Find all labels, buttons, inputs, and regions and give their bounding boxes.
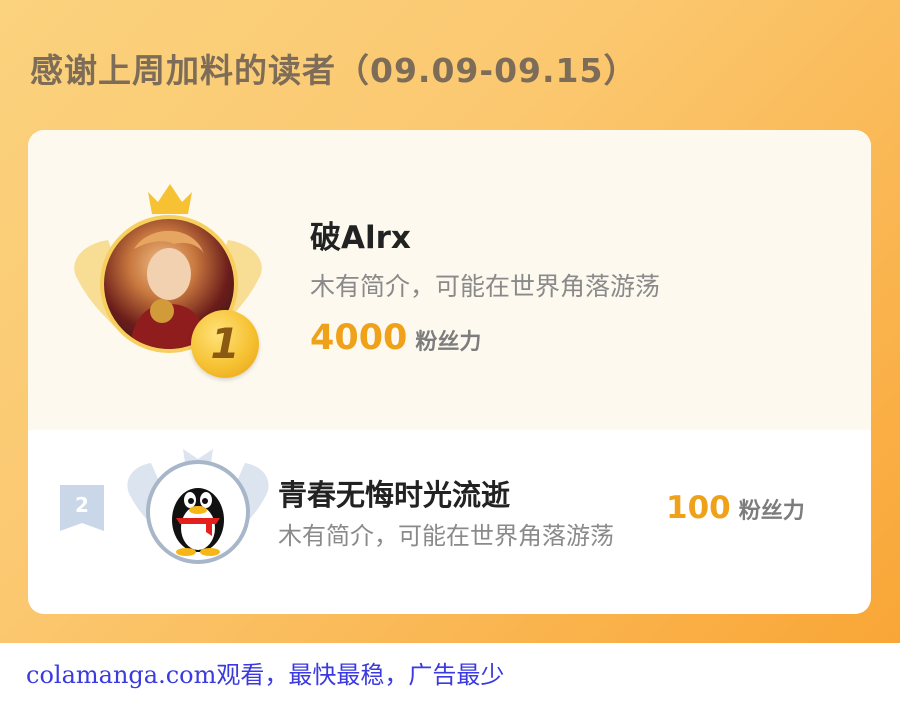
rank-2-intro: 木有简介，可能在世界角落游荡	[278, 522, 614, 550]
rank-1-power-value: 4000	[310, 318, 408, 358]
rank-2-power-unit: 粉丝力	[738, 499, 805, 524]
ranking-card: 1 破Alrx 木有简介，可能在世界角落游荡 4000 粉丝力 2 青春无悔时光…	[28, 130, 871, 614]
rank-1-power: 4000 粉丝力	[310, 318, 481, 358]
rank-1-name[interactable]: 破Alrx	[310, 212, 411, 257]
crown-icon	[148, 184, 192, 214]
avatar-rank-2[interactable]	[146, 460, 250, 564]
banner-title: 感谢上周加料的读者（09.09-09.15）	[30, 51, 638, 90]
rank-1-power-unit: 粉丝力	[415, 330, 482, 355]
penguin-icon	[172, 488, 224, 556]
rank-2-power: 100 粉丝力	[666, 490, 805, 526]
watermark-text: colamanga.com观看，最快最稳，广告最少	[26, 661, 505, 689]
rank-1-badge: 1	[191, 310, 259, 378]
banner: 感谢上周加料的读者（09.09-09.15） 1 破Alrx 木有简介，可能在世…	[0, 0, 900, 643]
rank-2-power-value: 100	[666, 490, 731, 526]
rank-2-number: 2	[75, 493, 89, 517]
rank-2-tag-icon: 2	[60, 485, 104, 531]
rank-2-name[interactable]: 青春无悔时光流逝	[278, 472, 510, 514]
rank-1-intro: 木有简介，可能在世界角落游荡	[310, 272, 661, 301]
